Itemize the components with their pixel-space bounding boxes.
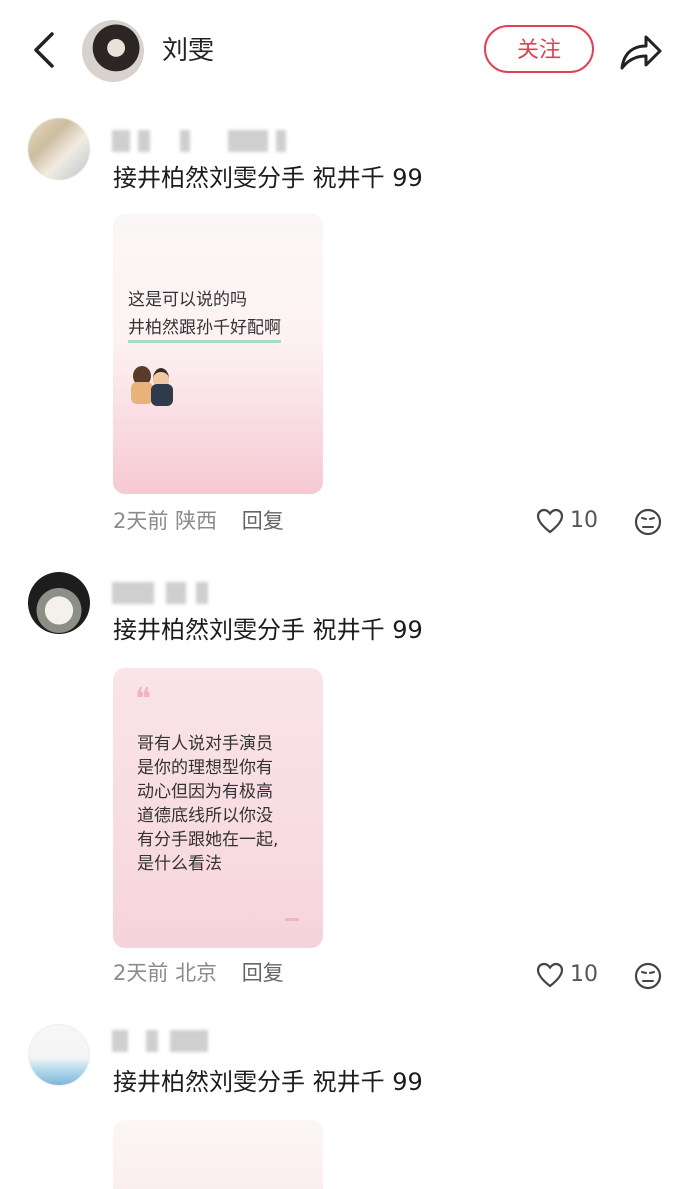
- card-text: 道德底线所以你没: [137, 806, 273, 826]
- comment-item: 接井柏然刘雯分手 祝井千 99 这是可以说的吗 井柏然跟孙千好配啊 2天前 陕西…: [0, 118, 690, 538]
- profile-avatar[interactable]: [82, 20, 144, 82]
- comment-item: 接井柏然刘雯分手 祝井千 99: [0, 1024, 690, 1189]
- card-text: 是你的理想型你有: [137, 758, 273, 778]
- card-text: 井柏然跟孙千好配啊: [128, 316, 281, 343]
- emoji-reaction-icon[interactable]: [634, 508, 662, 536]
- card-text: 是什么看法: [137, 854, 222, 874]
- share-icon: [620, 35, 662, 70]
- avatar[interactable]: [28, 572, 90, 634]
- image-card[interactable]: 这是可以说的吗 井柏然跟孙千好配啊: [113, 214, 323, 494]
- emoji-reaction-icon[interactable]: [634, 962, 662, 990]
- card-text: 这是可以说的吗: [128, 290, 247, 310]
- username-blurred[interactable]: [112, 1030, 290, 1052]
- like-count: 10: [570, 962, 598, 987]
- page-title: 刘雯: [162, 36, 215, 66]
- comment-time: 2天前: [113, 509, 169, 533]
- reply-button[interactable]: 回复: [242, 961, 284, 985]
- card-text: 哥有人说对手演员: [137, 734, 273, 754]
- heart-icon[interactable]: [536, 962, 564, 988]
- avatar[interactable]: [28, 1024, 90, 1086]
- image-card[interactable]: [113, 1120, 323, 1189]
- share-button[interactable]: [614, 30, 664, 74]
- image-card[interactable]: ❝ 哥有人说对手演员 是你的理想型你有 动心但因为有极高 道德底线所以你没 有分…: [113, 668, 323, 948]
- comment-location: 陕西: [175, 509, 218, 533]
- comment-text: 接井柏然刘雯分手 祝井千 99: [113, 616, 423, 644]
- couple-image: [131, 364, 175, 406]
- reply-button[interactable]: 回复: [242, 509, 284, 533]
- follow-button[interactable]: 关注: [484, 25, 594, 73]
- comment-item: 接井柏然刘雯分手 祝井千 99 ❝ 哥有人说对手演员 是你的理想型你有 动心但因…: [0, 572, 690, 992]
- comment-meta: 2天前 北京 回复: [113, 958, 284, 988]
- quote-icon: ❝: [135, 682, 152, 717]
- comment-text: 接井柏然刘雯分手 祝井千 99: [113, 1068, 423, 1096]
- comment-location: 北京: [175, 961, 218, 985]
- comment-text: 接井柏然刘雯分手 祝井千 99: [113, 164, 423, 192]
- avatar[interactable]: [28, 118, 90, 180]
- heart-icon[interactable]: [536, 508, 564, 534]
- card-divider: [285, 918, 299, 921]
- back-button[interactable]: [26, 28, 66, 72]
- comment-meta: 2天前 陕西 回复: [113, 506, 284, 536]
- like-count: 10: [570, 508, 598, 533]
- username-blurred[interactable]: [112, 130, 290, 152]
- top-bar: 刘雯 关注: [0, 0, 690, 104]
- username-blurred[interactable]: [112, 582, 290, 604]
- chevron-left-icon: [34, 32, 54, 68]
- card-text: 动心但因为有极高: [137, 782, 273, 802]
- card-text: 有分手跟她在一起,: [137, 830, 279, 850]
- comment-time: 2天前: [113, 961, 169, 985]
